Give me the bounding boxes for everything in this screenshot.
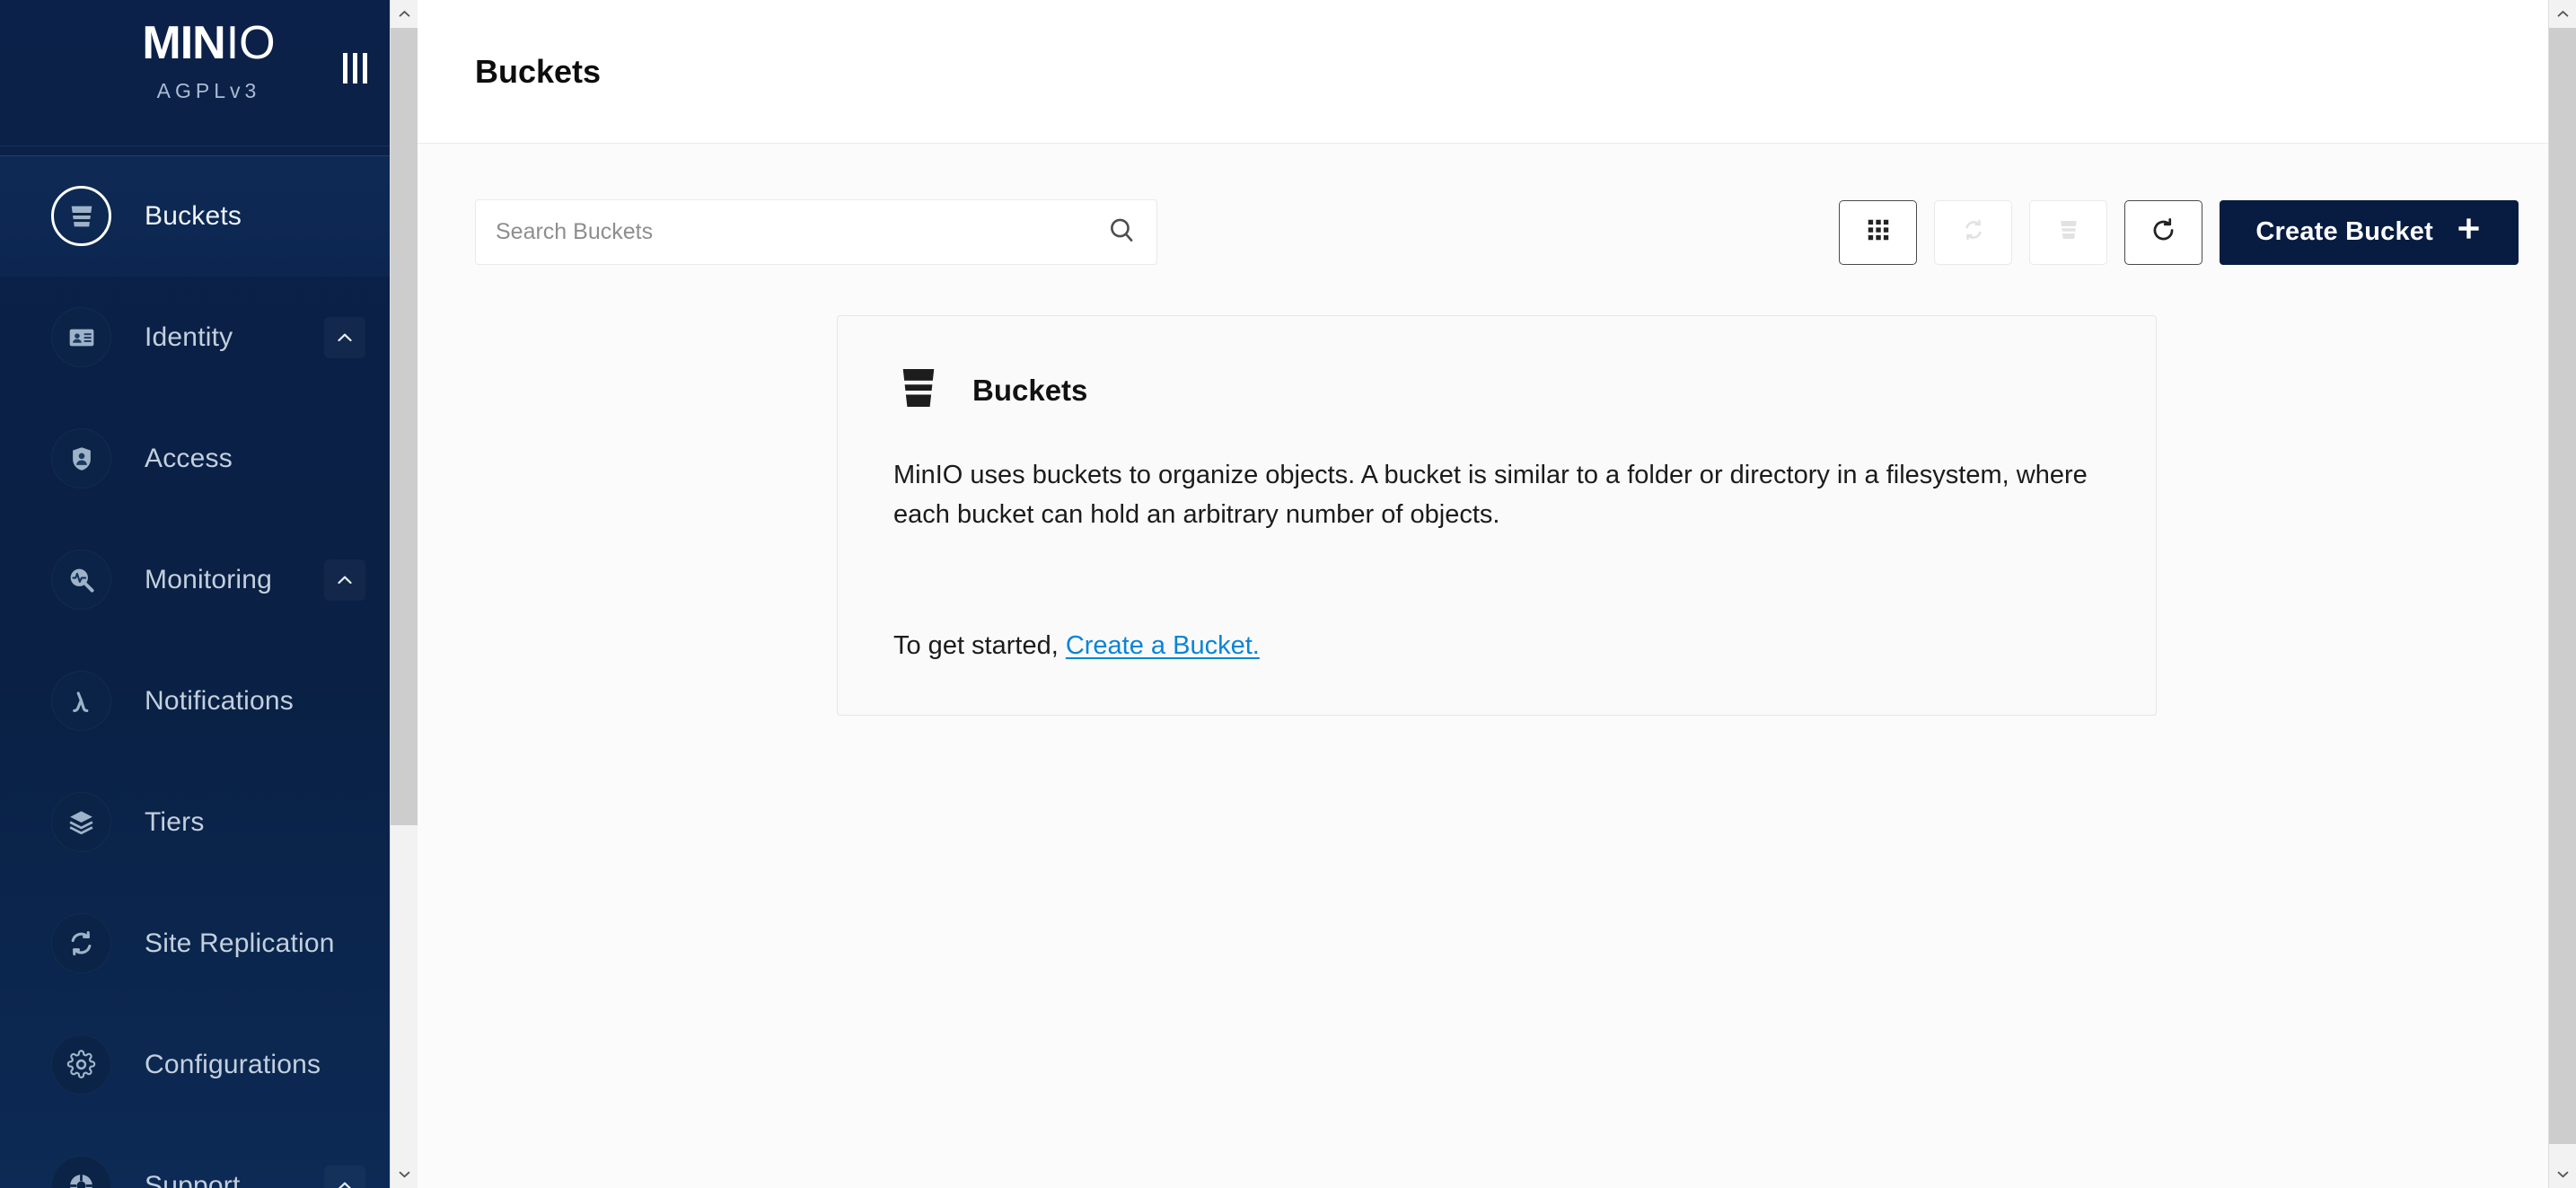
layers-icon bbox=[51, 792, 111, 852]
sidebar-collapse-icon[interactable] bbox=[338, 52, 371, 84]
chevron-up-icon[interactable] bbox=[324, 1166, 365, 1188]
scroll-down-arrow-icon[interactable] bbox=[391, 1160, 418, 1188]
get-started-text: To get started, bbox=[893, 631, 1066, 661]
sidebar-item-label: Buckets bbox=[145, 200, 242, 231]
scroll-up-arrow-icon[interactable] bbox=[391, 0, 418, 28]
lambda-icon bbox=[51, 671, 111, 731]
toolbar: Create Bucket bbox=[475, 180, 2519, 265]
sidebar-item-buckets[interactable]: Buckets bbox=[0, 155, 418, 277]
bucket-delete-icon bbox=[2055, 216, 2082, 248]
sidebar-item-tiers[interactable]: Tiers bbox=[0, 761, 418, 883]
chevron-up-icon[interactable] bbox=[324, 559, 365, 601]
sidebar-item-label: Notifications bbox=[145, 685, 295, 716]
logo-text-io: IO bbox=[225, 17, 276, 69]
sidebar-item-label: Monitoring bbox=[145, 564, 273, 594]
sidebar-item-label: Support bbox=[145, 1170, 241, 1188]
bucket-icon bbox=[51, 186, 111, 246]
sidebar-item-label: Configurations bbox=[145, 1049, 321, 1079]
create-bucket-button[interactable]: Create Bucket bbox=[2220, 199, 2519, 265]
sidebar-item-notifications[interactable]: Notifications bbox=[0, 640, 418, 761]
create-bucket-label: Create Bucket bbox=[2255, 217, 2433, 246]
grid-icon bbox=[1865, 216, 1892, 248]
sidebar-item-access[interactable]: Access bbox=[0, 398, 418, 519]
main-scrollbar-thumb[interactable] bbox=[2549, 28, 2576, 1144]
grid-view-button[interactable] bbox=[1839, 199, 1918, 265]
chevron-up-icon[interactable] bbox=[324, 317, 365, 358]
main-area: Buckets Search Buckets Create Bucket Buc… bbox=[418, 0, 2576, 1188]
minio-logo[interactable]: MIN IO bbox=[142, 20, 275, 66]
refresh-button[interactable] bbox=[2124, 199, 2203, 265]
magnifier-pulse-icon bbox=[51, 550, 111, 610]
search-input[interactable] bbox=[496, 219, 1098, 245]
refresh-icon bbox=[2150, 216, 2177, 249]
sidebar-scrollbar[interactable] bbox=[390, 0, 418, 1188]
sidebar-item-configurations[interactable]: Configurations bbox=[0, 1004, 418, 1125]
sidebar-item-label: Site Replication bbox=[145, 928, 335, 958]
sidebar-item-identity[interactable]: Identity bbox=[0, 277, 418, 398]
gear-icon bbox=[51, 1034, 111, 1095]
replication-button bbox=[1934, 199, 2013, 265]
bucket-icon bbox=[893, 363, 944, 418]
delete-bucket-button bbox=[2029, 199, 2108, 265]
search-icon bbox=[1107, 216, 1137, 250]
plus-icon bbox=[2455, 215, 2483, 250]
info-panel-footer: To get started, Create a Bucket. bbox=[893, 631, 2100, 661]
sync-arrows-icon bbox=[1960, 216, 1987, 248]
sidebar-item-label: Access bbox=[145, 443, 233, 473]
shield-user-icon bbox=[51, 428, 111, 488]
content-area: Create Bucket Buckets MinIO uses buckets… bbox=[418, 144, 2576, 1188]
create-a-bucket-link[interactable]: Create a Bucket. bbox=[1066, 631, 1260, 660]
sidebar-scrollbar-thumb[interactable] bbox=[391, 28, 418, 825]
logo-text-min: MIN bbox=[142, 17, 225, 69]
search-bucket-container[interactable] bbox=[475, 199, 1157, 265]
sidebar: MIN IO AGPLv3 Buckets Identity Access Mo… bbox=[0, 0, 418, 1188]
sidebar-item-label: Tiers bbox=[145, 806, 205, 837]
info-panel-body: MinIO uses buckets to organize objects. … bbox=[893, 461, 2088, 530]
license-label: AGPLv3 bbox=[156, 79, 261, 102]
lifebuoy-icon bbox=[51, 1156, 111, 1188]
brand-header: MIN IO AGPLv3 bbox=[0, 0, 418, 146]
sidebar-item-site-replication[interactable]: Site Replication bbox=[0, 883, 418, 1004]
buckets-info-panel: Buckets MinIO uses buckets to organize o… bbox=[837, 315, 2157, 717]
info-panel-header: Buckets bbox=[893, 363, 2100, 418]
toolbar-actions: Create Bucket bbox=[1839, 199, 2519, 265]
main-scrollbar[interactable] bbox=[2548, 0, 2576, 1188]
sidebar-menu: Buckets Identity Access Monitoring Notif… bbox=[0, 146, 418, 1188]
sidebar-item-monitoring[interactable]: Monitoring bbox=[0, 519, 418, 640]
scroll-up-arrow-icon[interactable] bbox=[2549, 0, 2576, 28]
sidebar-item-support[interactable]: Support bbox=[0, 1125, 418, 1188]
page-header: Buckets bbox=[418, 0, 2576, 144]
sidebar-item-label: Identity bbox=[145, 321, 233, 352]
scroll-down-arrow-icon[interactable] bbox=[2549, 1160, 2576, 1188]
info-panel-title: Buckets bbox=[972, 373, 1088, 407]
id-card-icon bbox=[51, 307, 111, 367]
page-title: Buckets bbox=[475, 52, 602, 90]
refresh-cycle-icon bbox=[51, 913, 111, 973]
